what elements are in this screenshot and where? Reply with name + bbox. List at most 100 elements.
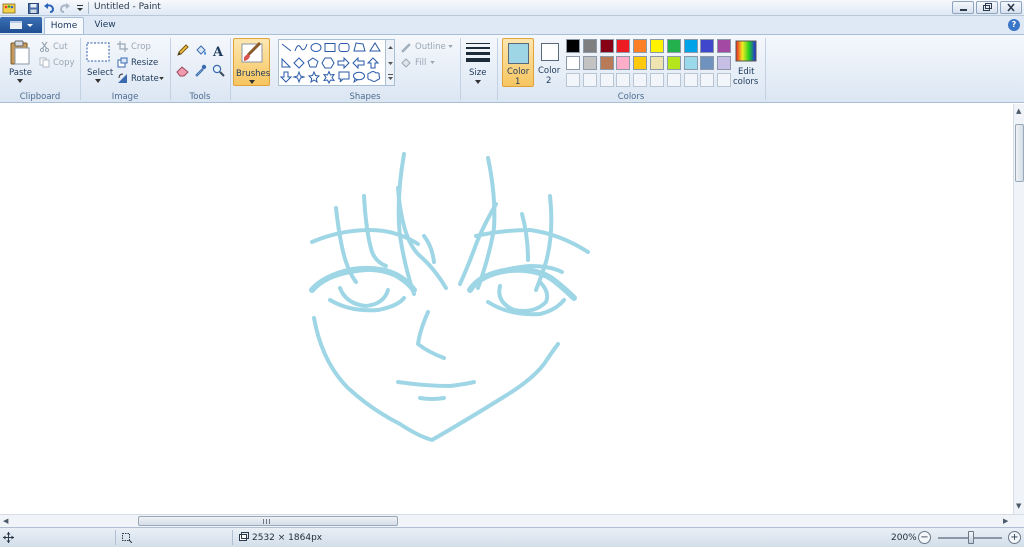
palette-swatch[interactable] xyxy=(616,56,631,70)
palette-swatch[interactable] xyxy=(599,56,614,70)
rotate-dropdown-icon[interactable] xyxy=(159,77,164,80)
palette-swatch[interactable] xyxy=(616,39,631,53)
image-group-label: Image xyxy=(111,92,139,102)
palette-swatch[interactable] xyxy=(599,39,614,53)
tools-group-label: Tools xyxy=(189,92,211,102)
palette-custom-slot[interactable] xyxy=(582,73,597,87)
paint-app-icon xyxy=(2,1,16,15)
select-button[interactable] xyxy=(86,41,110,66)
palette-swatch[interactable] xyxy=(650,39,664,53)
horizontal-scroll-thumb[interactable] xyxy=(138,516,398,526)
undo-icon[interactable] xyxy=(42,1,56,15)
palette-custom-slot[interactable] xyxy=(650,73,664,87)
text-icon[interactable]: A xyxy=(212,44,225,57)
help-icon[interactable]: ? xyxy=(1008,19,1020,31)
palette-swatch[interactable] xyxy=(633,39,648,53)
palette-custom-slot[interactable] xyxy=(683,73,698,87)
color2-button[interactable]: Color 2 xyxy=(536,38,564,87)
image-dimensions: 2532 × 1864px xyxy=(252,533,323,543)
right-arrow-shape-icon xyxy=(337,56,350,70)
group-separator xyxy=(170,38,171,100)
clipboard-group-label: Clipboard xyxy=(19,92,61,102)
status-separator xyxy=(232,530,233,545)
palette-custom-slot[interactable] xyxy=(666,73,681,87)
palette-custom-slot[interactable] xyxy=(700,73,715,87)
palette-swatch[interactable] xyxy=(633,56,648,70)
zoom-out-button[interactable]: − xyxy=(918,531,931,544)
rotate-button[interactable]: Rotate xyxy=(131,74,159,84)
palette-swatch[interactable] xyxy=(683,39,698,53)
cut-button[interactable]: Cut xyxy=(53,42,68,52)
zoom-in-button[interactable]: + xyxy=(1008,531,1021,544)
cursor-position-icon xyxy=(3,532,14,543)
select-dropdown-icon[interactable] xyxy=(95,79,101,83)
five-point-star-shape-icon xyxy=(307,70,321,84)
palette-swatch[interactable] xyxy=(650,56,664,70)
scroll-up-icon[interactable]: ▲ xyxy=(1016,107,1021,115)
palette-custom-slot[interactable] xyxy=(566,73,580,87)
down-arrow-shape-icon xyxy=(279,71,293,83)
copy-button[interactable]: Copy xyxy=(53,58,75,68)
vertical-scroll-thumb[interactable] xyxy=(1015,124,1024,182)
brushes-dropdown-icon xyxy=(249,80,255,84)
shapes-gallery-scroll[interactable] xyxy=(386,39,395,86)
zoom-slider-thumb[interactable] xyxy=(968,531,974,544)
palette-swatch[interactable] xyxy=(566,56,580,70)
scroll-left-icon[interactable]: ◀ xyxy=(3,517,8,525)
paste-dropdown-icon[interactable] xyxy=(17,79,23,83)
size-button[interactable]: Size xyxy=(464,40,492,88)
face-sketch-drawing xyxy=(309,152,590,442)
palette-swatch[interactable] xyxy=(717,39,732,53)
horizontal-scrollbar[interactable]: ◀ ▶ xyxy=(0,514,1024,527)
outline-dropdown-icon[interactable] xyxy=(448,45,453,48)
palette-custom-slot[interactable] xyxy=(717,73,732,87)
color1-button[interactable]: Color 1 xyxy=(502,38,534,87)
redo-icon[interactable] xyxy=(58,1,72,15)
palette-swatch[interactable] xyxy=(717,56,732,70)
palette-swatch[interactable] xyxy=(582,56,597,70)
fill-button[interactable]: Fill xyxy=(415,58,426,68)
color1-label: Color xyxy=(507,67,530,77)
paste-button[interactable] xyxy=(9,40,31,69)
scroll-down-icon[interactable]: ▼ xyxy=(1016,502,1021,510)
save-icon[interactable] xyxy=(26,1,40,15)
eraser-icon[interactable] xyxy=(176,64,189,77)
palette-custom-slot[interactable] xyxy=(616,73,631,87)
resize-button[interactable]: Resize xyxy=(131,58,158,68)
tab-view[interactable]: View xyxy=(88,17,122,34)
fill-bucket-icon[interactable] xyxy=(194,44,207,57)
outline-button[interactable]: Outline xyxy=(415,42,446,52)
brushes-button[interactable]: Brushes xyxy=(233,38,270,86)
palette-swatch[interactable] xyxy=(582,39,597,53)
tab-home[interactable]: Home xyxy=(44,17,84,34)
palette-swatch[interactable] xyxy=(700,39,715,53)
close-button[interactable] xyxy=(1000,1,1022,14)
rotate-icon xyxy=(118,73,127,83)
paint-menu-button[interactable] xyxy=(0,17,42,33)
palette-swatch[interactable] xyxy=(666,39,681,53)
magnifier-icon[interactable] xyxy=(212,64,225,77)
palette-custom-slot[interactable] xyxy=(633,73,648,87)
shapes-gallery[interactable] xyxy=(278,39,386,86)
minimize-button[interactable] xyxy=(952,1,974,14)
crop-button[interactable]: Crop xyxy=(131,42,151,52)
palette-swatch[interactable] xyxy=(700,56,715,70)
palette-swatch[interactable] xyxy=(566,39,580,53)
paste-icon xyxy=(10,40,30,65)
cut-icon xyxy=(39,41,50,52)
brushes-label: Brushes xyxy=(236,69,271,79)
palette-swatch[interactable] xyxy=(683,56,698,70)
scroll-right-icon[interactable]: ▶ xyxy=(1003,517,1008,525)
vertical-scrollbar[interactable]: ▲ ▼ xyxy=(1013,104,1024,514)
palette-custom-slot[interactable] xyxy=(599,73,614,87)
palette-swatch[interactable] xyxy=(666,56,681,70)
color2-label: Color xyxy=(538,66,561,76)
maximize-button[interactable] xyxy=(976,1,998,14)
drawing-canvas[interactable] xyxy=(0,104,1013,514)
fill-dropdown-icon[interactable] xyxy=(430,61,435,64)
customize-toolbar-icon[interactable] xyxy=(73,1,87,15)
edit-colors-button[interactable]: Edit colors xyxy=(731,40,761,88)
pencil-icon[interactable] xyxy=(176,44,189,57)
diamond-shape-icon xyxy=(293,57,305,69)
color-picker-icon[interactable] xyxy=(194,64,207,77)
